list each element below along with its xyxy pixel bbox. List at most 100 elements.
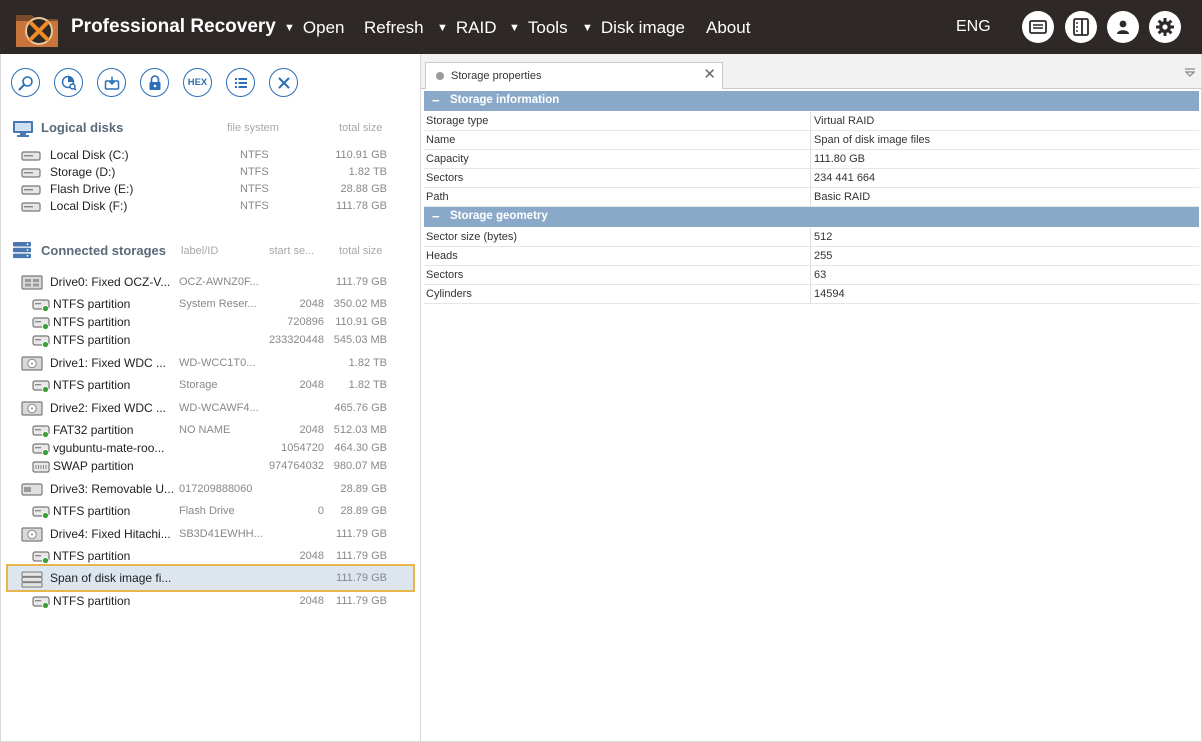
property-value: 63	[814, 269, 827, 281]
list-button[interactable]	[226, 68, 255, 97]
scan-button[interactable]	[54, 68, 83, 97]
storage-total-size: 1.82 TB	[348, 357, 387, 369]
collapse-icon[interactable]: −	[432, 93, 440, 108]
storage-device-row[interactable]: Drive0: Fixed OCZ-V... OCZ-AWNZ0F... 111.7…	[1, 274, 421, 292]
storage-start-sector: 720896	[287, 316, 324, 328]
logical-disk-row[interactable]: Local Disk (F:) NTFS 111.78 GB	[1, 198, 421, 216]
property-row: Sectors 63	[424, 266, 1199, 285]
partition-icon	[32, 317, 50, 330]
dropdown-arrow-icon: ▼	[437, 22, 448, 34]
logical-disk-name: Flash Drive (E:)	[50, 182, 134, 196]
property-row: Name Span of disk image files	[424, 131, 1199, 150]
property-value: Span of disk image files	[814, 134, 931, 146]
tab-storage-properties[interactable]: Storage properties ✕	[425, 62, 723, 89]
partition-row[interactable]: FAT32 partition NO NAME 2048 512.03 MB	[1, 422, 421, 440]
storage-icon-wrap	[32, 506, 50, 522]
partition-row[interactable]: NTFS partition System Reser... 2048 350.02 …	[1, 296, 421, 314]
property-key: Capacity	[426, 153, 469, 165]
monitor-icon	[13, 121, 33, 137]
storage-name: NTFS partition	[53, 297, 131, 311]
storage-icon-wrap	[21, 571, 43, 591]
logical-disks-heading: Logical disks	[41, 120, 124, 135]
logical-disk-fs: NTFS	[240, 166, 269, 178]
removable-drive-icon	[21, 483, 43, 496]
property-value: 111.80 GB	[814, 153, 865, 165]
storage-device-row[interactable]: Drive3: Removable U... 017209888060 28.89 …	[1, 481, 421, 499]
search-button[interactable]	[11, 68, 40, 97]
property-key: Sectors	[426, 269, 464, 281]
storage-name: NTFS partition	[53, 549, 131, 563]
partition-icon	[32, 380, 50, 393]
menu-open[interactable]: ▼ Open	[284, 18, 344, 38]
storage-total-size: 350.02 MB	[333, 298, 387, 310]
save-files-button[interactable]	[97, 68, 126, 97]
connected-storages-heading: Connected storages	[41, 243, 166, 258]
partition-row[interactable]: NTFS partition 233320448 545.03 MB	[1, 332, 421, 350]
storage-stack-icon	[13, 242, 31, 259]
storage-label-id: SB3D41EWHH...	[179, 528, 263, 540]
menu-raid[interactable]: ▼ RAID	[437, 18, 497, 38]
partition-row[interactable]: NTFS partition 2048 111.79 GB	[1, 593, 421, 611]
language-selector[interactable]: ENG	[956, 18, 991, 36]
property-group-header[interactable]: − Storage geometry	[424, 207, 1199, 227]
close-button[interactable]	[269, 68, 298, 97]
partition-icon	[32, 506, 50, 519]
logical-disk-row[interactable]: Storage (D:) NTFS 1.82 TB	[1, 164, 421, 182]
hard-disk-icon-wrap	[21, 184, 41, 199]
storage-device-row[interactable]: Drive2: Fixed WDC ... WD-WCAWF4... 465.76 …	[1, 400, 421, 418]
partition-row[interactable]: NTFS partition 2048 111.79 GB	[1, 548, 421, 566]
menu-tools[interactable]: ▼ Tools	[509, 18, 568, 38]
property-value: 14594	[814, 288, 845, 300]
menu-refresh[interactable]: Refresh	[364, 18, 424, 38]
partition-row[interactable]: NTFS partition Flash Drive 0 28.89 GB	[1, 503, 421, 521]
user-icon	[1117, 20, 1129, 34]
search-icon	[18, 75, 33, 90]
lock-icon	[149, 74, 160, 90]
storage-icon-wrap	[21, 275, 43, 293]
panel-toggle-button[interactable]	[1065, 11, 1097, 43]
property-group-header[interactable]: − Storage information	[424, 91, 1199, 111]
storage-name: NTFS partition	[53, 315, 131, 329]
hex-editor-button[interactable]: HEX	[183, 68, 212, 97]
storage-total-size: 1.82 TB	[348, 379, 387, 391]
partition-row[interactable]: NTFS partition Storage 2048 1.82 TB	[1, 377, 421, 395]
partition-row[interactable]: NTFS partition 720896 110.91 GB	[1, 314, 421, 332]
storage-device-row[interactable]: Drive1: Fixed WDC ... WD-WCC1T0... 1.82 TB	[1, 355, 421, 373]
storage-total-size: 980.07 MB	[333, 460, 387, 472]
tab-menu-icon[interactable]	[1185, 68, 1195, 77]
property-key: Sectors	[426, 172, 464, 184]
hard-drive-icon	[21, 401, 43, 416]
logical-disk-row[interactable]: Local Disk (C:) NTFS 110.91 GB	[1, 147, 421, 165]
storage-name: Drive2: Fixed WDC ...	[50, 401, 167, 415]
storage-device-row[interactable]: Drive4: Fixed Hitachi... SB3D41EWHH... 111…	[1, 526, 421, 544]
storage-device-row[interactable]: Span of disk image fi... 111.79 GB	[1, 570, 421, 588]
property-row: Cylinders 14594	[424, 285, 1199, 304]
column-divider	[810, 228, 811, 247]
lock-button[interactable]	[140, 68, 169, 97]
list-icon	[234, 77, 247, 88]
partition-row[interactable]: vgubuntu-mate-roo... 1054720 464.30 GB	[1, 440, 421, 458]
partition-icon	[32, 596, 50, 609]
tab-close-icon[interactable]: ✕	[703, 67, 716, 83]
menu-about[interactable]: About	[706, 18, 750, 38]
column-divider	[810, 112, 811, 131]
storage-icon-wrap	[21, 527, 43, 545]
panel-toggle-icon	[1073, 18, 1089, 36]
partition-row[interactable]: SWAP partition 974764032 980.07 MB	[1, 458, 421, 476]
storage-icon-wrap	[21, 482, 43, 500]
messages-icon	[1029, 20, 1047, 34]
tab-label: Storage properties	[451, 70, 542, 82]
storage-icon-wrap	[21, 401, 43, 419]
app-logo-icon	[16, 15, 58, 47]
save-files-icon	[104, 76, 119, 90]
collapse-icon[interactable]: −	[432, 209, 440, 224]
user-button[interactable]	[1107, 11, 1139, 43]
logical-disk-row[interactable]: Flash Drive (E:) NTFS 28.88 GB	[1, 181, 421, 199]
column-divider	[810, 150, 811, 169]
menu-disk-image[interactable]: ▼ Disk image	[582, 18, 685, 38]
settings-button[interactable]	[1149, 11, 1181, 43]
hard-disk-icon	[21, 151, 41, 161]
tab-strip: Storage properties ✕	[421, 54, 1201, 89]
messages-button[interactable]	[1022, 11, 1054, 43]
partition-icon	[32, 443, 50, 456]
